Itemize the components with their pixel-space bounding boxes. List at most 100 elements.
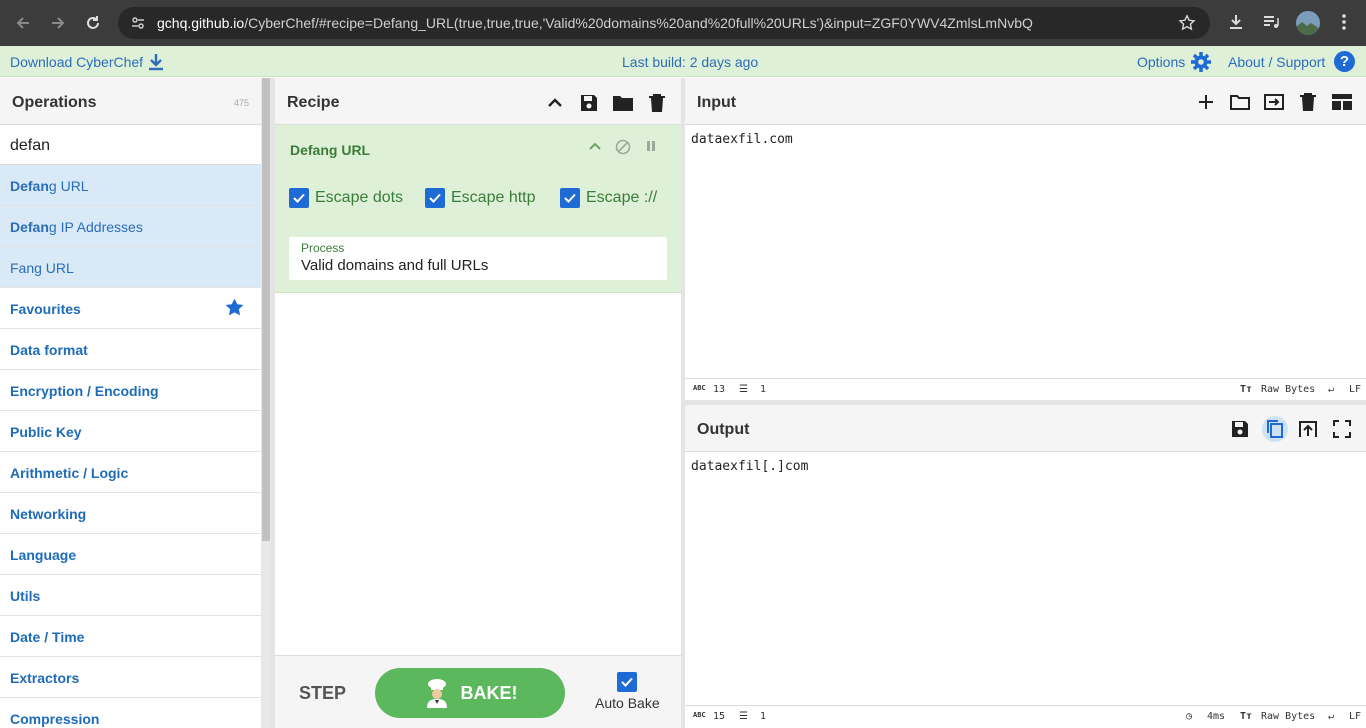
escape-dots-checkbox[interactable]: Escape dots <box>289 188 403 208</box>
download-icon[interactable] <box>1226 12 1246 32</box>
address-bar[interactable]: gchq.github.io/CyberChef/#recipe=Defang_… <box>118 7 1210 39</box>
input-pane: Input dataexfil.com ABC 13 ☰ 1 Tт Raw By… <box>685 78 1366 400</box>
output-eol[interactable]: LF <box>1349 711 1361 722</box>
search-match-text: Defan <box>10 219 49 235</box>
category-arithmetic-logic[interactable]: Arithmetic / Logic <box>0 452 261 493</box>
category-date-time[interactable]: Date / Time <box>0 616 261 657</box>
gear-icon[interactable] <box>1190 51 1212 73</box>
help-icon[interactable]: ? <box>1334 51 1355 72</box>
category-favourites[interactable]: Favourites <box>0 288 261 329</box>
input-lines: 1 <box>760 384 767 395</box>
text-encoding-icon: Tт <box>1240 384 1253 395</box>
input-title: Input <box>697 94 737 111</box>
operations-count: 475 <box>233 98 249 108</box>
operation-label: g IP Addresses <box>48 219 143 235</box>
checkbox-checked-icon[interactable] <box>560 188 580 208</box>
save-recipe-icon[interactable] <box>578 92 600 114</box>
output-lines: 1 <box>760 711 767 722</box>
eol-icon: ↵ <box>1328 711 1335 722</box>
profile-avatar[interactable] <box>1296 11 1320 35</box>
eol-icon: ↵ <box>1328 384 1335 395</box>
category-utils[interactable]: Utils <box>0 575 261 616</box>
input-encoding[interactable]: Raw Bytes <box>1261 384 1315 395</box>
reset-layout-icon[interactable] <box>1331 91 1353 113</box>
clear-input-trash-icon[interactable] <box>1297 91 1319 113</box>
category-compression[interactable]: Compression <box>0 698 261 728</box>
category-encryption-encoding[interactable]: Encryption / Encoding <box>0 370 261 411</box>
input-eol[interactable]: LF <box>1349 384 1361 395</box>
output-pane: Output dataexfil[.]com ABC 15 ☰ 1 ◷ 4ms … <box>685 405 1366 728</box>
url-path: /CyberChef/#recipe=Defang_URL(true,true,… <box>244 15 1033 31</box>
input-status-bar: ABC 13 ☰ 1 Tт Raw Bytes ↵ LF <box>685 378 1366 400</box>
operation-defang-ip-addresses[interactable]: Defang IP Addresses <box>0 206 261 247</box>
input-length: 13 <box>713 384 726 395</box>
star-icon <box>224 297 245 318</box>
forward-arrow-icon[interactable] <box>47 12 69 34</box>
checkbox-checked-icon[interactable] <box>289 188 309 208</box>
collapse-operation-icon[interactable] <box>588 140 602 154</box>
escape-http-checkbox[interactable]: Escape http <box>425 188 536 208</box>
category-networking[interactable]: Networking <box>0 493 261 534</box>
checkbox-label: Escape http <box>451 189 536 206</box>
download-cyberchef-link[interactable]: Download CyberChef <box>10 54 143 70</box>
download-arrow-icon[interactable] <box>148 53 164 71</box>
load-recipe-folder-icon[interactable] <box>612 92 634 114</box>
clear-recipe-trash-icon[interactable] <box>646 92 668 114</box>
browser-toolbar: gchq.github.io/CyberChef/#recipe=Defang_… <box>0 0 1366 46</box>
back-arrow-icon[interactable] <box>12 12 34 34</box>
escape-protocol-checkbox[interactable]: Escape :// <box>560 188 657 208</box>
checkbox-checked-icon[interactable] <box>617 672 638 692</box>
category-language[interactable]: Language <box>0 534 261 575</box>
defang-url-operation-card: Defang URL Escape dots Escape http Escap… <box>275 125 681 293</box>
clock-icon: ◷ <box>1186 711 1193 722</box>
output-textarea[interactable]: dataexfil[.]com <box>691 459 808 474</box>
maximize-output-icon[interactable] <box>1331 418 1353 440</box>
about-support-link[interactable]: About / Support <box>1228 54 1325 70</box>
operations-scroll-thumb[interactable] <box>262 78 270 541</box>
checkbox-checked-icon[interactable] <box>425 188 445 208</box>
save-output-icon[interactable] <box>1229 418 1251 440</box>
lines-icon: ☰ <box>739 384 748 395</box>
copy-output-icon[interactable] <box>1262 416 1288 442</box>
browser-menu-icon[interactable] <box>1334 12 1354 32</box>
auto-bake-checkbox[interactable]: Auto Bake <box>595 672 660 711</box>
add-tab-plus-icon[interactable] <box>1195 91 1217 113</box>
step-button[interactable]: STEP <box>299 683 346 704</box>
recipe-title: Recipe <box>287 94 340 111</box>
operations-title: Operations <box>12 94 97 111</box>
category-extractors[interactable]: Extractors <box>0 657 261 698</box>
category-public-key[interactable]: Public Key <box>0 411 261 452</box>
replace-input-icon[interactable] <box>1297 418 1319 440</box>
top-banner: Download CyberChef Last build: 2 days ag… <box>0 46 1366 77</box>
site-settings-icon[interactable] <box>130 15 146 31</box>
bake-controls: STEP BAKE! Auto Bake <box>275 655 681 728</box>
open-file-icon[interactable] <box>1263 91 1285 113</box>
input-header: Input <box>685 78 1366 125</box>
bake-time: 4ms <box>1207 711 1226 722</box>
output-length: 15 <box>713 711 726 722</box>
recipe-pane: Recipe Defang URL Escape dots Escape htt… <box>275 78 681 728</box>
bake-label: BAKE! <box>460 682 518 703</box>
reload-icon[interactable] <box>82 12 104 34</box>
input-textarea[interactable]: dataexfil.com <box>691 132 793 147</box>
output-encoding[interactable]: Raw Bytes <box>1261 711 1315 722</box>
process-label: Process <box>301 241 345 255</box>
output-title: Output <box>697 421 750 438</box>
bookmark-star-icon[interactable] <box>1178 14 1196 32</box>
operation-defang-url[interactable]: Defang URL <box>0 165 261 206</box>
media-control-icon[interactable] <box>1261 12 1281 32</box>
category-data-format[interactable]: Data format <box>0 329 261 370</box>
breakpoint-pause-icon[interactable] <box>644 139 658 153</box>
operations-search-input[interactable]: defan <box>0 125 261 165</box>
options-link[interactable]: Options <box>1137 54 1185 70</box>
open-folder-icon[interactable] <box>1229 91 1251 113</box>
url-host: gchq.github.io <box>157 15 245 31</box>
bake-button[interactable]: BAKE! <box>375 668 565 718</box>
process-select[interactable]: Process Valid domains and full URLs <box>289 237 667 280</box>
disable-operation-icon[interactable] <box>615 139 631 155</box>
operation-title: Defang URL <box>290 142 371 158</box>
category-label: Favourites <box>10 301 81 317</box>
operation-fang-url[interactable]: Fang URL <box>0 247 261 288</box>
operations-pane: Operations 475 defan Defang URL Defang I… <box>0 78 261 728</box>
collapse-chevron-icon[interactable] <box>544 92 566 114</box>
